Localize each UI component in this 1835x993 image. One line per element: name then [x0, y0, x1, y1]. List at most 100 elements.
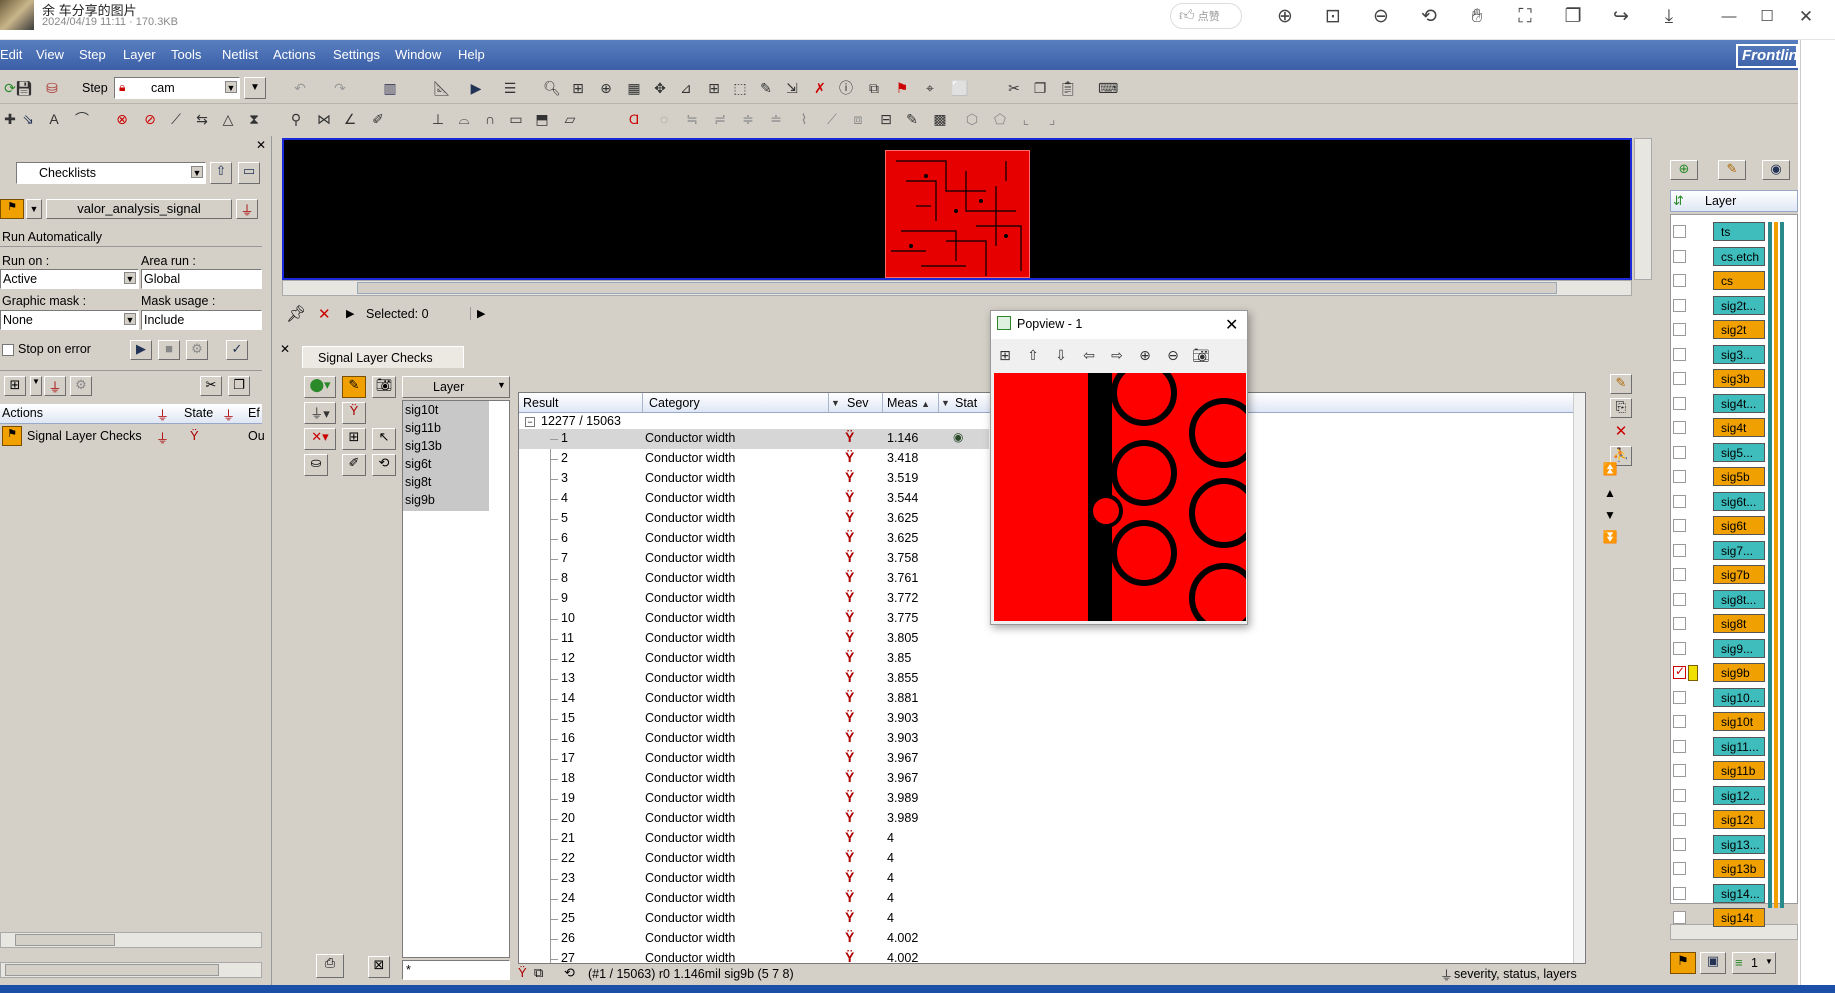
shape2-icon[interactable]: ⬠ [990, 109, 1010, 129]
connect-icon[interactable]: ⌒ [72, 109, 92, 129]
maximize-icon[interactable]: ☐ [1754, 4, 1780, 30]
severity-icon[interactable]: Ÿ [342, 402, 366, 424]
layer-checkbox[interactable] [1673, 225, 1686, 238]
scrollbar-thumb[interactable] [357, 282, 1557, 294]
layer-checkbox[interactable] [1673, 396, 1686, 410]
corner-icon[interactable]: ⌞ [1016, 109, 1036, 129]
zoom-in-icon[interactable]: ⊕ [1272, 4, 1298, 30]
layer-checkbox[interactable] [1673, 690, 1686, 704]
layer-item[interactable]: sig5... [1713, 442, 1765, 462]
menu-step[interactable]: Step [79, 47, 106, 62]
menu-help[interactable]: Help [458, 47, 485, 62]
mask-usage-field[interactable]: Include [141, 310, 262, 330]
layer-item[interactable]: sig9... [1713, 638, 1765, 658]
mirror-icon[interactable]: ⇆ [192, 109, 212, 129]
layer-checkbox[interactable] [1673, 445, 1686, 459]
layer-checkbox[interactable] [1673, 568, 1686, 581]
table-row[interactable]: 23 Conductor width Ÿ 4 [519, 869, 1573, 889]
cut-icon[interactable]: ✂ [200, 376, 222, 396]
table-row[interactable]: 19 Conductor width Ÿ 3.989 [519, 789, 1573, 809]
db-icon[interactable]: ⛁ [42, 78, 62, 98]
share-icon[interactable]: ↪ [1608, 4, 1634, 30]
layer-checkbox[interactable] [1673, 249, 1686, 263]
window-button[interactable]: ▭ [238, 162, 260, 184]
draw-icon[interactable]: ✎ [756, 78, 776, 98]
edit-board-icon[interactable]: ✎ [902, 109, 922, 129]
link-icon[interactable]: ⊘ [140, 109, 160, 129]
close-icon[interactable]: ✕ [1225, 315, 1238, 335]
menu-layer[interactable]: Layer [123, 47, 156, 62]
layer-item[interactable]: sig7b [1713, 565, 1765, 584]
horizontal-scrollbar[interactable] [0, 932, 262, 948]
grid-icon[interactable]: ⊞ [704, 78, 724, 98]
zoom-out-icon[interactable]: ⊖ [1368, 4, 1394, 30]
menu-tools[interactable]: Tools [171, 47, 201, 62]
keyboard-icon[interactable]: ⌨ [1098, 78, 1118, 98]
layer-search-input[interactable]: * [402, 960, 510, 980]
layer-checkbox[interactable] [1673, 911, 1686, 924]
paste-icon[interactable]: 📋︎ [1058, 78, 1078, 98]
table-row[interactable]: 27 Conductor width Ÿ 4.002 [519, 949, 1573, 963]
layer-item[interactable]: sig4t... [1713, 393, 1765, 413]
save-icon[interactable]: 💾︎ [14, 78, 34, 98]
close-icon[interactable]: ✕ [1793, 4, 1819, 30]
zoom-out-icon[interactable]: ⊖ [1163, 345, 1183, 365]
download-icon[interactable]: ⤓ [1656, 4, 1682, 30]
clear-filter-icon[interactable]: ✕▾ [304, 428, 336, 450]
table-row[interactable]: 17 Conductor width Ÿ 3.967 [519, 749, 1573, 769]
shape-icon[interactable]: ⬡ [962, 109, 982, 129]
select-icon[interactable]: ⬚ [730, 78, 750, 98]
layer-item[interactable]: sig11... [1713, 736, 1765, 756]
frame-icon[interactable]: ⬜ [950, 78, 970, 98]
ef-column[interactable]: Ef [248, 406, 260, 420]
close-box-icon[interactable]: ⊠ [368, 956, 390, 978]
layer-checkbox[interactable] [1673, 641, 1686, 655]
pcb-board[interactable] [885, 150, 1030, 278]
layer-sort-icon[interactable]: ⇵ [1673, 193, 1684, 209]
table-row[interactable]: 21 Conductor width Ÿ 4 [519, 829, 1573, 849]
layer-checkbox[interactable] [1673, 592, 1686, 606]
delete-result-icon[interactable]: ✕ [1610, 422, 1632, 442]
layer-filter-item[interactable]: sig8t [405, 475, 431, 489]
play-icon[interactable]: ▶ [346, 307, 354, 320]
color-icon[interactable]: ◉ [1762, 160, 1790, 180]
result-column[interactable]: Result [519, 393, 643, 413]
pan-icon[interactable]: ✥ [650, 78, 670, 98]
crop-icon[interactable]: ⛶ [1512, 4, 1538, 30]
hand-icon[interactable]: ✋︎ [1464, 4, 1490, 30]
grid-select-icon[interactable]: ⊞ [342, 428, 366, 450]
table-row[interactable]: 20 Conductor width Ÿ 3.989 [519, 809, 1573, 829]
state-column[interactable]: State [184, 406, 213, 420]
layer-checkbox[interactable] [1673, 372, 1686, 385]
layer-checkbox[interactable] [1673, 323, 1686, 336]
trace4-icon[interactable]: ≐ [766, 109, 786, 129]
minimize-icon[interactable]: — [1716, 4, 1742, 30]
bucket-icon[interactable]: ⛀ [304, 454, 328, 476]
export-icon[interactable]: ⎙ [316, 954, 344, 978]
refresh-icon[interactable]: ⟲ [372, 454, 396, 476]
pin-icon[interactable]: 📌︎ [286, 304, 306, 324]
rect-up-icon[interactable]: ⬒ [532, 109, 552, 129]
settings-icon[interactable]: ⚙ [186, 340, 208, 360]
funnel-icon[interactable]: ⏚▾ [304, 402, 336, 424]
results-vscrollbar[interactable] [1573, 393, 1585, 963]
stop-button[interactable]: ■ [158, 340, 180, 360]
copy-feature-icon[interactable]: ❐ [1030, 78, 1050, 98]
flag-icon[interactable]: ⚑ [892, 78, 912, 98]
layer-item[interactable]: sig9b [1713, 663, 1765, 682]
layer-checkbox[interactable]: ✓ [1673, 664, 1686, 679]
edit-layers-icon[interactable]: ✎ [1718, 160, 1746, 180]
step-select[interactable]: 🔒︎ cam ▼ [114, 77, 240, 99]
board-icon[interactable]: ⊟ [876, 109, 896, 129]
layer-item[interactable]: sig2t... [1713, 295, 1765, 315]
layer-checkbox[interactable] [1673, 347, 1686, 361]
category-column[interactable]: Category [643, 393, 829, 413]
collapse-icon[interactable]: − [525, 417, 535, 427]
layer-checkbox[interactable] [1673, 494, 1686, 508]
report-icon[interactable]: ✓ [226, 340, 248, 360]
next-icon[interactable]: ▼ [1600, 508, 1620, 528]
table-row[interactable]: 25 Conductor width Ÿ 4 [519, 909, 1573, 929]
table-row[interactable]: 15 Conductor width Ÿ 3.903 [519, 709, 1573, 729]
layer-item[interactable]: sig4t [1713, 418, 1765, 437]
trace2-icon[interactable]: ≓ [710, 109, 730, 129]
